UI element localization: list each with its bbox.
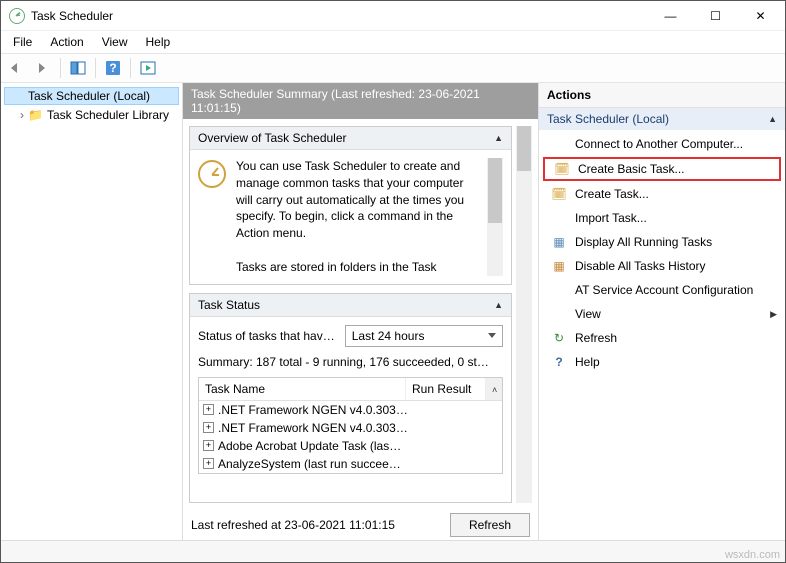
grid-icon: ▦ bbox=[551, 258, 567, 274]
task-status-header[interactable]: Task Status ▲ bbox=[190, 294, 511, 317]
collapse-icon: ▲ bbox=[768, 114, 777, 124]
separator bbox=[95, 58, 96, 78]
menu-view[interactable]: View bbox=[94, 33, 136, 51]
task-scheduler-window: Task Scheduler — ☐ ✕ File Action View He… bbox=[0, 0, 786, 563]
last-refreshed-text: Last refreshed at 23-06-2021 11:01:15 bbox=[191, 518, 440, 532]
table-row[interactable]: +Adobe Acrobat Update Task (las… bbox=[199, 437, 502, 455]
status-period-label: Status of tasks that hav… bbox=[198, 329, 335, 343]
expand-icon[interactable]: + bbox=[203, 440, 214, 451]
folder-icon: 📁 bbox=[28, 108, 43, 122]
nav-forward-button[interactable] bbox=[31, 57, 55, 79]
window-title: Task Scheduler bbox=[31, 9, 648, 23]
overview-panel: Overview of Task Scheduler ▲ You can use… bbox=[189, 126, 512, 285]
col-scroll-gutter: ˄ bbox=[486, 378, 502, 400]
tree-child-label: Task Scheduler Library bbox=[47, 108, 169, 122]
toolbar: ? bbox=[1, 53, 785, 83]
summary-footer: Last refreshed at 23-06-2021 11:01:15 Re… bbox=[183, 510, 538, 540]
action-connect-computer[interactable]: Connect to Another Computer... bbox=[539, 132, 785, 156]
blank-icon bbox=[551, 282, 567, 298]
action-create-task[interactable]: 🗓 Create Task... bbox=[539, 182, 785, 206]
statusbar bbox=[1, 540, 785, 562]
clock-icon bbox=[10, 89, 24, 103]
table-row[interactable]: +AnalyzeSystem (last run succee… bbox=[199, 455, 502, 473]
tree-child-node[interactable]: › 📁 Task Scheduler Library bbox=[4, 106, 179, 124]
action-help[interactable]: ? Help bbox=[539, 350, 785, 374]
blank-icon bbox=[551, 210, 567, 226]
calendar-icon: 🗓 bbox=[554, 161, 570, 177]
blank-icon bbox=[551, 136, 567, 152]
collapse-icon: ▲ bbox=[494, 300, 503, 310]
actions-list: Connect to Another Computer... 🗓 Create … bbox=[539, 130, 785, 376]
status-period-select[interactable]: Last 24 hours bbox=[345, 325, 503, 347]
overview-header[interactable]: Overview of Task Scheduler ▲ bbox=[190, 127, 511, 150]
toolbar-run-button[interactable] bbox=[136, 57, 160, 79]
maximize-button[interactable]: ☐ bbox=[693, 2, 738, 30]
refresh-button[interactable]: Refresh bbox=[450, 513, 530, 537]
separator bbox=[130, 58, 131, 78]
expand-icon[interactable]: + bbox=[203, 422, 214, 433]
close-button[interactable]: ✕ bbox=[738, 2, 783, 30]
app-icon bbox=[9, 8, 25, 24]
toolbar-help-button[interactable]: ? bbox=[101, 57, 125, 79]
action-refresh[interactable]: ↻ Refresh bbox=[539, 326, 785, 350]
col-run-result[interactable]: Run Result bbox=[406, 378, 486, 400]
expand-icon: › bbox=[20, 108, 24, 122]
submenu-arrow-icon: ▶ bbox=[770, 309, 777, 320]
overview-text: You can use Task Scheduler to create and… bbox=[236, 158, 479, 276]
actions-pane: Actions Task Scheduler (Local) ▲ Connect… bbox=[539, 83, 785, 540]
minimize-button[interactable]: — bbox=[648, 2, 693, 30]
action-import-task[interactable]: Import Task... bbox=[539, 206, 785, 230]
separator bbox=[60, 58, 61, 78]
action-display-running[interactable]: ▦ Display All Running Tasks bbox=[539, 230, 785, 254]
overview-scrollbar[interactable] bbox=[487, 158, 503, 276]
table-row[interactable]: +.NET Framework NGEN v4.0.303… bbox=[199, 419, 502, 437]
titlebar: Task Scheduler — ☐ ✕ bbox=[1, 1, 785, 31]
tree-pane: Task Scheduler (Local) › 📁 Task Schedule… bbox=[1, 83, 183, 540]
summary-pane: Task Scheduler Summary (Last refreshed: … bbox=[183, 83, 539, 540]
actions-header: Actions bbox=[539, 83, 785, 108]
action-at-service-config[interactable]: AT Service Account Configuration bbox=[539, 278, 785, 302]
expand-icon[interactable]: + bbox=[203, 404, 214, 415]
action-disable-history[interactable]: ▦ Disable All Tasks History bbox=[539, 254, 785, 278]
summary-header: Task Scheduler Summary (Last refreshed: … bbox=[183, 83, 538, 119]
watermark: wsxdn.com bbox=[725, 549, 780, 561]
clock-icon bbox=[198, 160, 226, 188]
task-status-title: Task Status bbox=[198, 298, 260, 312]
grid-icon: ▦ bbox=[551, 234, 567, 250]
task-status-panel: Task Status ▲ Status of tasks that hav… … bbox=[189, 293, 512, 503]
tree-root-label: Task Scheduler (Local) bbox=[28, 89, 150, 103]
collapse-icon: ▲ bbox=[494, 133, 503, 143]
status-table: Task Name Run Result ˄ +.NET Framework N… bbox=[198, 377, 503, 474]
chevron-down-icon bbox=[488, 333, 496, 338]
menu-action[interactable]: Action bbox=[42, 33, 91, 51]
svg-text:?: ? bbox=[109, 61, 116, 75]
table-row[interactable]: +.NET Framework NGEN v4.0.303… bbox=[199, 401, 502, 419]
menubar: File Action View Help bbox=[1, 31, 785, 53]
table-header: Task Name Run Result ˄ bbox=[199, 378, 502, 401]
tree-root-node[interactable]: Task Scheduler (Local) bbox=[4, 87, 179, 105]
help-icon: ? bbox=[551, 354, 567, 370]
toolbar-view-button[interactable] bbox=[66, 57, 90, 79]
center-scrollbar[interactable] bbox=[516, 126, 532, 503]
actions-group-header[interactable]: Task Scheduler (Local) ▲ bbox=[539, 108, 785, 130]
main-body: Task Scheduler (Local) › 📁 Task Schedule… bbox=[1, 83, 785, 540]
blank-icon bbox=[551, 306, 567, 322]
menu-help[interactable]: Help bbox=[138, 33, 179, 51]
nav-back-button[interactable] bbox=[5, 57, 29, 79]
expand-icon[interactable]: + bbox=[203, 458, 214, 469]
action-view-submenu[interactable]: View ▶ bbox=[539, 302, 785, 326]
action-create-basic-task[interactable]: 🗓 Create Basic Task... bbox=[543, 157, 781, 181]
col-task-name[interactable]: Task Name bbox=[199, 378, 406, 400]
overview-title: Overview of Task Scheduler bbox=[198, 131, 347, 145]
refresh-icon: ↻ bbox=[551, 330, 567, 346]
calendar-icon: 🗓 bbox=[551, 186, 567, 202]
menu-file[interactable]: File bbox=[5, 33, 40, 51]
status-summary: Summary: 187 total - 9 running, 176 succ… bbox=[198, 355, 503, 369]
